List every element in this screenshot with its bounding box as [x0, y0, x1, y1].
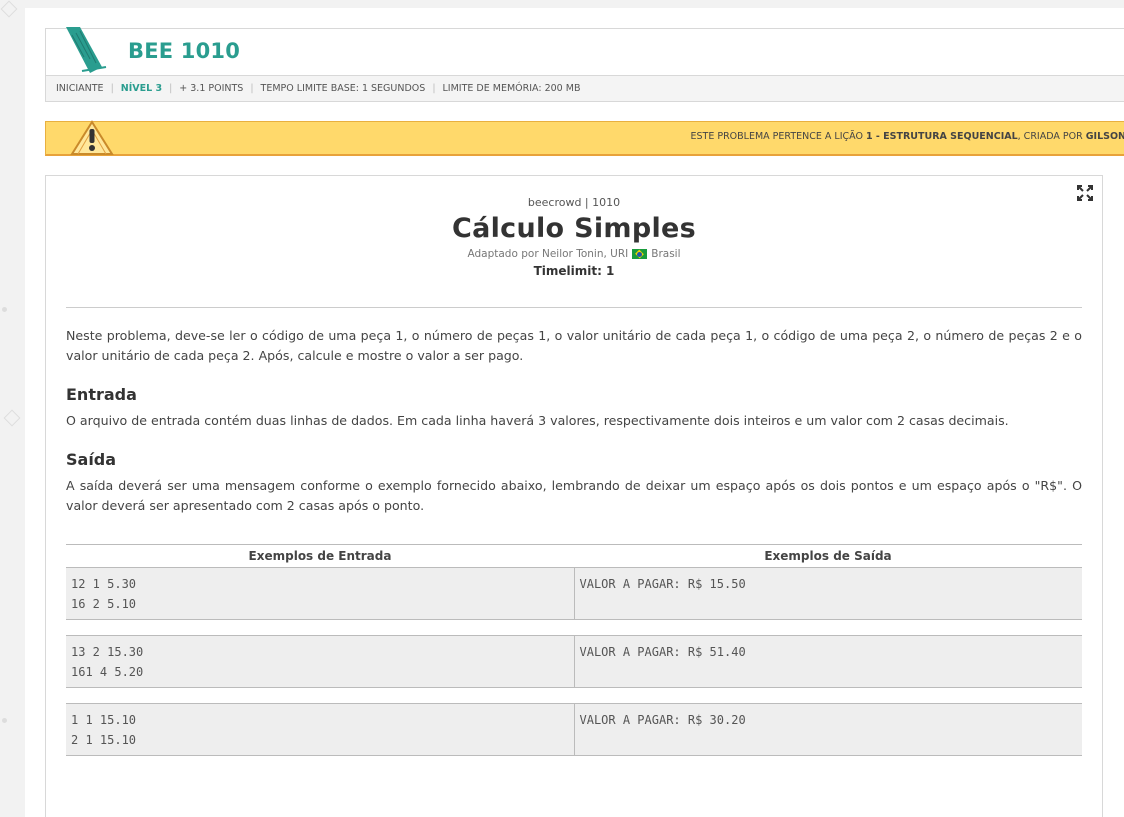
example-row: 1 1 15.10 2 1 15.10 VALOR A PAGAR: R$ 30…: [66, 703, 1082, 756]
lesson-link[interactable]: 1 - ESTRUTURA SEQUENCIAL: [866, 131, 1018, 142]
description-text: Neste problema, deve-se ler o código de …: [66, 328, 1082, 363]
problem-description: Neste problema, deve-se ler o código de …: [66, 326, 1082, 516]
warning-icon: [70, 120, 114, 155]
input-section-text: O arquivo de entrada contém duas linhas …: [66, 413, 1009, 428]
lesson-suffix: , CRIADA POR: [1017, 131, 1083, 142]
lesson-warning-banner: ESTE PROBLEMA PERTENCE A LIÇÃO 1 - ESTRU…: [45, 120, 1124, 156]
problem-header: BEE 1010 INICIANTE | NÍVEL 3 | + 3.1 POI…: [45, 27, 1124, 102]
output-examples-header: Exemplos de Saída: [764, 549, 892, 563]
time-limit-label: TEMPO LIMITE BASE: 1 SEGUNDOS: [260, 83, 426, 94]
output-section-text: A saída deverá ser uma mensagem conforme…: [66, 478, 1082, 513]
output-section-title: Saída: [66, 450, 117, 469]
problem-code: BEE 1010: [128, 39, 241, 63]
separator: |: [250, 83, 254, 94]
problem-title: Cálculo Simples: [451, 213, 697, 244]
divider: [66, 307, 1082, 308]
example-output[interactable]: VALOR A PAGAR: R$ 15.50: [575, 568, 1083, 619]
examples-header: Exemplos de Entrada Exemplos de Saída: [66, 545, 1082, 567]
background-decoration: [2, 307, 7, 312]
brazil-flag-icon: [632, 249, 648, 259]
separator: |: [169, 83, 173, 94]
points-label: + 3.1 POINTS: [179, 83, 244, 94]
category-label[interactable]: INICIANTE: [56, 83, 104, 94]
example-row: 13 2 15.30 161 4 5.20 VALOR A PAGAR: R$ …: [66, 635, 1082, 688]
input-examples-header: Exemplos de Entrada: [248, 549, 392, 563]
example-output[interactable]: VALOR A PAGAR: R$ 30.20: [575, 704, 1083, 755]
background-decoration: [3, 409, 21, 427]
beecrowd-logo: [66, 27, 107, 73]
lesson-info-text: ESTE PROBLEMA PERTENCE A LIÇÃO 1 - ESTRU…: [690, 131, 1124, 142]
background-decoration: [0, 0, 18, 18]
input-section-title: Entrada: [66, 385, 137, 404]
example-input[interactable]: 12 1 5.30 16 2 5.10: [66, 568, 575, 619]
background-decoration: [2, 718, 7, 723]
lesson-author[interactable]: GILSON: [1086, 131, 1124, 142]
level-label: NÍVEL 3: [120, 83, 163, 94]
problem-meta-bar: INICIANTE | NÍVEL 3 | + 3.1 POINTS | TEM…: [46, 75, 1124, 101]
example-row: 12 1 5.30 16 2 5.10 VALOR A PAGAR: R$ 15…: [66, 567, 1082, 620]
problem-page: BEE 1010 INICIANTE | NÍVEL 3 | + 3.1 POI…: [25, 8, 1124, 817]
examples-table: Exemplos de Entrada Exemplos de Saída 12…: [66, 544, 1082, 756]
memory-limit-label: LIMITE DE MEMÓRIA: 200 MB: [442, 83, 581, 94]
problem-author: Adaptado por Neilor Tonin, URI Brasil: [46, 248, 1102, 260]
statement-header: beecrowd | 1010 Cálculo Simples Adaptado…: [46, 196, 1102, 278]
example-output[interactable]: VALOR A PAGAR: R$ 51.40: [575, 636, 1083, 687]
problem-timelimit: Timelimit: 1: [533, 264, 615, 278]
lesson-prefix: ESTE PROBLEMA PERTENCE A LIÇÃO: [690, 131, 863, 142]
example-input[interactable]: 13 2 15.30 161 4 5.20: [66, 636, 575, 687]
problem-source: beecrowd | 1010: [527, 196, 621, 209]
author-country: Brasil: [651, 248, 681, 260]
author-name: Adaptado por Neilor Tonin, URI: [467, 248, 629, 260]
example-input[interactable]: 1 1 15.10 2 1 15.10: [66, 704, 575, 755]
separator: |: [110, 83, 114, 94]
separator: |: [432, 83, 436, 94]
problem-statement-panel: beecrowd | 1010 Cálculo Simples Adaptado…: [45, 175, 1103, 817]
